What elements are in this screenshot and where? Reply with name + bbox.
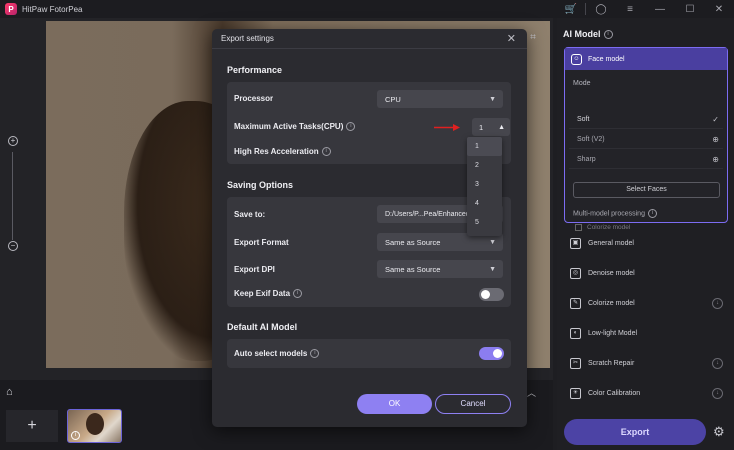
export-format-label: Export Format [234,238,289,247]
face-model-label: Face model [588,55,625,63]
info-icon[interactable]: i [346,122,356,132]
dropdown-option[interactable]: 2 [467,156,502,175]
download-icon[interactable]: ↓ [712,298,723,309]
mode-option-sharp[interactable]: Sharp ⊕ [569,151,723,169]
colorize-model-checkbox[interactable]: Colorize model [575,224,630,231]
chevron-down-icon: ▼ [489,238,496,246]
thumbnail-subject [86,413,104,435]
saving-options-heading: Saving Options [227,180,294,190]
scratch-icon: ✂ [570,357,581,369]
max-tasks-select[interactable]: 1 ▲ [472,118,510,136]
denoise-icon: ◎ [570,267,581,279]
user-icon[interactable]: ◯ [586,0,616,18]
dropdown-option[interactable]: 4 [467,194,502,213]
close-icon[interactable]: ✕ [704,0,734,18]
low-light-icon: ◐ [570,327,581,339]
save-to-label: Save to: [234,210,266,219]
download-icon[interactable]: ↓ [712,358,723,369]
toggle-knob [481,290,490,299]
info-icon[interactable]: i [603,30,613,40]
download-icon[interactable]: ⊕ [712,135,719,144]
toggle-knob [493,349,502,358]
multi-model-label: Multi-model processing i [573,209,657,218]
model-colorize[interactable]: ✎ Colorize model [570,295,635,311]
home-icon[interactable]: ⌂ [6,386,24,402]
default-ai-model-heading: Default AI Model [227,322,298,332]
zoom-out-icon[interactable]: − [8,241,18,251]
brush-icon: ✎ [570,297,581,309]
zoom-in-icon[interactable]: + [8,136,18,146]
close-icon[interactable]: ✕ [507,32,516,45]
chevron-down-icon: ▼ [489,95,496,103]
model-denoise[interactable]: ◎ Denoise model [570,265,635,281]
checkbox-box[interactable] [575,224,582,231]
export-dpi-label: Export DPI [234,265,275,274]
chevron-up-icon[interactable]: ︿ [527,386,536,399]
info-icon[interactable]: i [647,209,657,218]
face-model-icon: ☺ [571,53,582,65]
info-icon[interactable]: i [321,147,331,157]
auto-select-toggle[interactable] [479,347,504,360]
performance-heading: Performance [227,65,283,75]
ai-model-heading: AI Model i [563,29,613,40]
image-icon: ▣ [570,237,581,249]
dialog-title: Export settings [221,34,274,43]
ok-button[interactable]: OK [357,394,432,414]
minimize-icon[interactable]: — [645,0,675,18]
cancel-button[interactable]: Cancel [435,394,511,414]
title-bar: P HitPaw FotorPea 🛒 ◯ ≡ — ☐ ✕ [0,0,734,18]
annotation-arrow-icon [434,124,460,131]
info-icon[interactable]: i [293,289,303,299]
processor-select[interactable]: CPU ▼ [377,90,503,108]
dropdown-option[interactable]: 3 [467,175,502,194]
model-low-light[interactable]: ◐ Low-light Model [570,325,637,341]
dropdown-option[interactable]: 1 [467,137,502,156]
face-model-panel: ☺ Face model Mode Soft ✓ Soft (V2) ⊕ Sharp… [564,47,728,231]
model-color-calibration[interactable]: ☀ Color Calibration [570,385,640,401]
app-logo: P [5,3,17,15]
download-icon[interactable]: ⊕ [712,155,719,164]
info-icon[interactable]: i [310,349,320,359]
keep-exif-toggle[interactable] [479,288,504,301]
right-panel: AI Model i ☺ Face model Mode Soft ✓ Soft (… [557,18,734,450]
select-faces-button[interactable]: Select Faces [573,182,720,198]
mode-option-soft-v2[interactable]: Soft (V2) ⊕ [569,131,723,149]
zoom-slider[interactable] [12,152,13,240]
thumbnail-status-icon: i [71,431,80,440]
check-icon: ✓ [712,115,719,124]
mode-label: Mode [573,80,591,87]
default-ai-card: Auto select models i [227,339,511,368]
chevron-down-icon: ▼ [489,265,496,273]
dropdown-option[interactable]: 5 [467,213,502,232]
chevron-up-icon: ▲ [498,123,505,131]
sun-icon: ☀ [570,387,581,399]
max-tasks-dropdown: 1 2 3 4 5 [467,137,502,236]
auto-select-label: Auto select models i [234,349,320,359]
dialog-header: Export settings [212,29,527,49]
download-icon[interactable]: ↓ [712,388,723,399]
app-title: HitPaw FotorPea [22,4,83,14]
image-thumbnail[interactable]: i [67,409,122,443]
cart-icon[interactable]: 🛒 [556,0,586,18]
maximize-icon[interactable]: ☐ [675,0,705,18]
face-model-header[interactable]: ☺ Face model [565,48,727,70]
model-scratch-repair[interactable]: ✂ Scratch Repair [570,355,634,371]
model-general[interactable]: ▣ General model [570,235,634,251]
processor-label: Processor [234,94,274,103]
export-dpi-select[interactable]: Same as Source ▼ [377,260,503,278]
keep-exif-label: Keep Exif Data i [234,289,303,299]
mode-option-soft[interactable]: Soft ✓ [569,111,723,129]
max-tasks-label: Maximum Active Tasks(CPU) i [234,122,356,132]
high-res-label: High Res Acceleration i [234,147,331,157]
export-button[interactable]: Export [564,419,706,445]
menu-icon[interactable]: ≡ [615,0,645,18]
gear-icon[interactable]: ⚙ [713,424,725,440]
add-image-button[interactable]: + [6,410,58,442]
